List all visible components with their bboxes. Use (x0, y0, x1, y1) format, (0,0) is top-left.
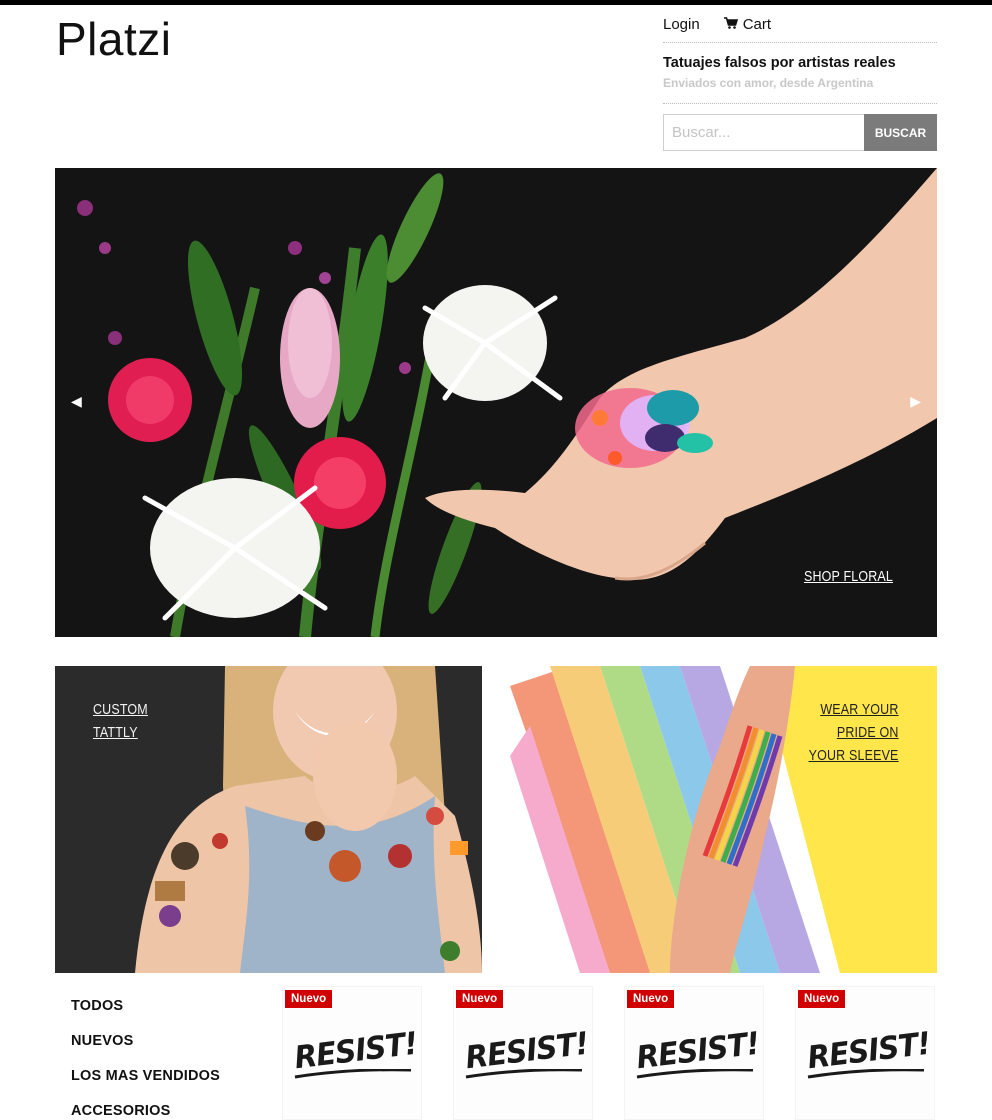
category-accesorios[interactable]: ACCESORIOS (71, 1103, 220, 1119)
product-card[interactable]: Nuevo RESIST! (453, 986, 593, 1120)
hero-image (55, 168, 937, 637)
category-todos[interactable]: TODOS (71, 998, 220, 1014)
underline-swash (465, 1069, 583, 1079)
site-logo[interactable]: Platzi (56, 12, 171, 66)
underline-swash (636, 1069, 754, 1079)
cart-label: Cart (742, 15, 772, 33)
top-border (0, 0, 992, 5)
hero-carousel[interactable]: ◀ ▶ SHOP FLORAL (55, 168, 937, 637)
new-badge: Nuevo (798, 990, 846, 1008)
pride-line-3: YOUR SLEEVE (809, 748, 899, 764)
shop-floral-link[interactable]: SHOP FLORAL (804, 569, 893, 585)
product-card[interactable]: Nuevo RESIST! (624, 986, 764, 1120)
new-badge: Nuevo (627, 990, 675, 1008)
custom-tattly-link[interactable]: CUSTOM TATTLY (93, 699, 148, 745)
category-nuevos[interactable]: NUEVOS (71, 1033, 220, 1049)
search-button[interactable]: BUSCAR (864, 114, 937, 151)
search-input[interactable] (663, 114, 864, 151)
carousel-prev-icon[interactable]: ◀ (71, 393, 82, 410)
divider (663, 103, 937, 104)
search-form: BUSCAR (663, 114, 937, 151)
custom-tattly-line-1: CUSTOM (93, 702, 148, 718)
product-card[interactable]: Nuevo RESIST! (795, 986, 935, 1120)
pride-link[interactable]: WEAR YOUR PRIDE ON YOUR SLEEVE (809, 699, 899, 768)
custom-tattly-line-2: TATTLY (93, 725, 138, 741)
cart-icon (723, 16, 738, 33)
subtagline: Enviados con amor, desde Argentina (663, 76, 874, 90)
top-links: Login Cart (663, 14, 937, 34)
pride-banner[interactable]: WEAR YOUR PRIDE ON YOUR SLEEVE (510, 666, 937, 973)
underline-swash (294, 1069, 412, 1079)
login-link[interactable]: Login (663, 16, 700, 33)
new-badge: Nuevo (456, 990, 504, 1008)
tagline: Tatuajes falsos por artistas reales (663, 55, 896, 71)
carousel-next-icon[interactable]: ▶ (910, 393, 921, 410)
new-badge: Nuevo (285, 990, 333, 1008)
pride-line-2: PRIDE ON (837, 725, 899, 741)
header-right: Login Cart Tatuajes falsos por artistas … (663, 14, 937, 151)
divider (663, 42, 937, 43)
category-list: TODOS NUEVOS LOS MAS VENDIDOS ACCESORIOS (71, 998, 220, 1120)
custom-tattly-banner[interactable]: CUSTOM TATTLY (55, 666, 482, 973)
pride-line-1: WEAR YOUR (820, 702, 899, 718)
product-card[interactable]: Nuevo RESIST! (282, 986, 422, 1120)
category-mas-vendidos[interactable]: LOS MAS VENDIDOS (71, 1068, 220, 1084)
underline-swash (807, 1069, 925, 1079)
cart-link[interactable]: Cart (723, 15, 772, 33)
